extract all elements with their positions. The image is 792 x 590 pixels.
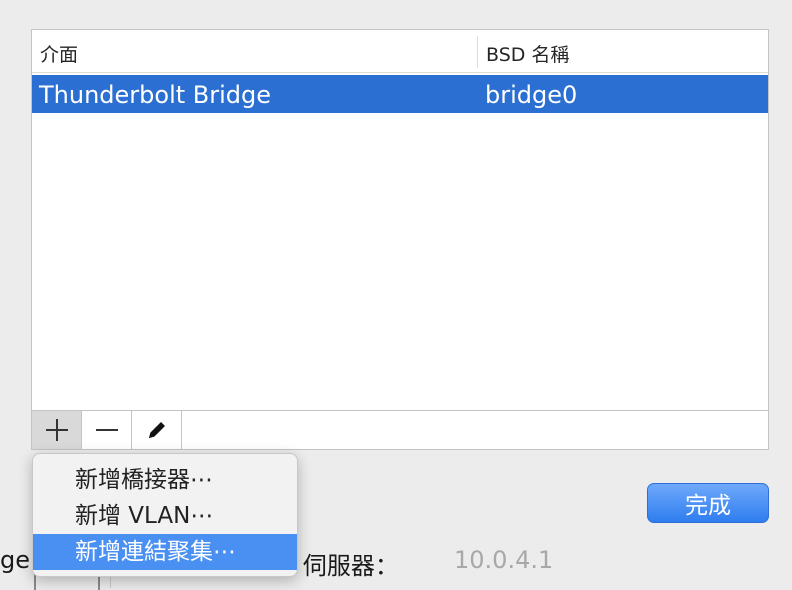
plus-icon: [45, 419, 68, 441]
menu-item-new-bridge[interactable]: 新增橋接器⋯: [33, 462, 297, 498]
table-row[interactable]: Thunderbolt Bridge bridge0: [32, 75, 768, 113]
add-button[interactable]: [32, 411, 82, 449]
done-button[interactable]: 完成: [647, 483, 769, 523]
pencil-icon: [148, 422, 165, 438]
interfaces-table: 介面 BSD 名稱 Thunderbolt Bridge bridge0: [31, 29, 769, 411]
edit-button[interactable]: [132, 411, 182, 449]
interface-cell: Thunderbolt Bridge: [39, 81, 272, 109]
menu-item-new-link-aggregate[interactable]: 新增連結聚集⋯: [33, 534, 297, 570]
menu-item-new-vlan[interactable]: 新增 VLAN⋯: [33, 498, 297, 534]
column-header-interface[interactable]: 介面: [40, 40, 78, 67]
background-label-fragment: ge: [0, 546, 30, 574]
bsd-name-cell: bridge0: [485, 81, 578, 109]
table-toolbar: [31, 410, 769, 450]
remove-button[interactable]: [82, 411, 132, 449]
background-dns-value: 10.0.4.1: [454, 546, 554, 574]
add-interface-menu: 新增橋接器⋯ 新增 VLAN⋯ 新增連結聚集⋯: [32, 453, 298, 577]
column-divider: [477, 36, 478, 68]
column-header-bsd-name[interactable]: BSD 名稱: [486, 40, 569, 67]
table-header: 介面 BSD 名稱: [32, 30, 768, 73]
minus-icon: [95, 429, 118, 431]
